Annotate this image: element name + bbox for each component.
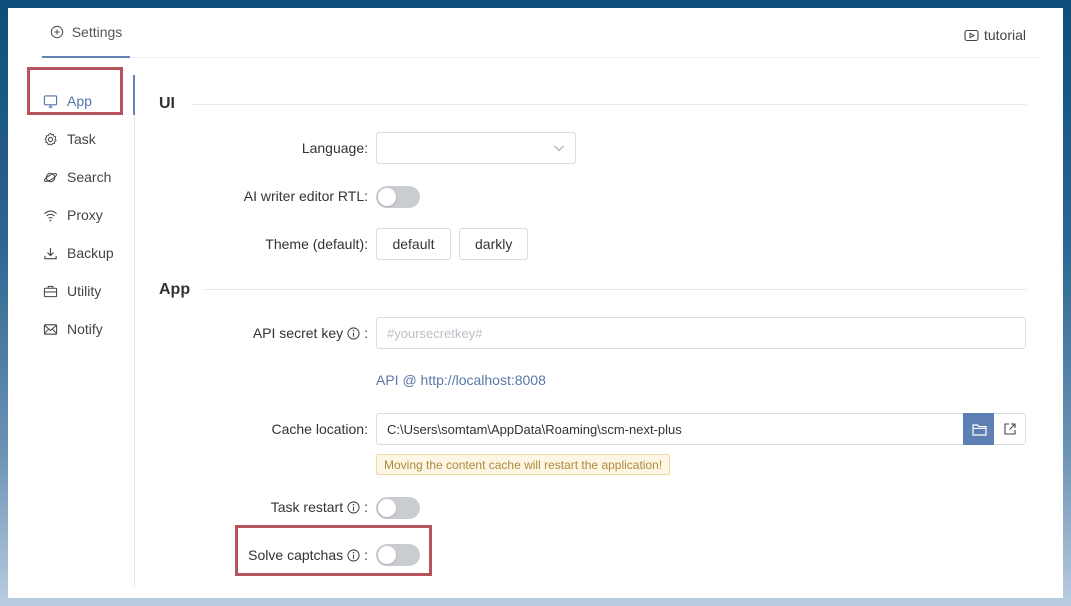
chevron-down-icon (554, 145, 564, 152)
cache-location-label: Cache location: (271, 421, 368, 437)
info-icon[interactable] (347, 326, 360, 340)
settings-window: Settings tutorial App Task Search Proxy … (8, 8, 1063, 598)
section-title-app: App (159, 281, 191, 298)
tutorial-link[interactable]: tutorial (964, 27, 1026, 43)
gear-icon (44, 132, 57, 146)
cache-warning-message: Moving the content cache will restart th… (376, 454, 671, 475)
sidebar-item-proxy[interactable]: Proxy (34, 196, 135, 234)
colon: : (364, 325, 368, 341)
sidebar-divider (134, 74, 135, 586)
sidebar-item-label: Backup (67, 245, 114, 261)
sidebar-active-indicator (133, 75, 135, 115)
tab-settings[interactable]: Settings (42, 8, 130, 58)
video-play-icon (964, 29, 979, 41)
tab-settings-label: Settings (71, 24, 123, 40)
sidebar-item-notify[interactable]: Notify (34, 310, 135, 348)
api-key-input[interactable] (376, 317, 1026, 349)
planet-icon (43, 172, 58, 182)
theme-default-button[interactable]: default (376, 228, 451, 260)
task-restart-label: Task restart (270, 499, 344, 515)
theme-label: Theme (default): (265, 236, 368, 252)
highlight-box-solve-captchas (235, 525, 432, 576)
mail-icon (43, 323, 58, 335)
theme-darkly-button[interactable]: darkly (459, 228, 528, 260)
briefcase-icon (43, 285, 58, 297)
sidebar-item-backup[interactable]: Backup (34, 234, 135, 272)
sidebar-item-utility[interactable]: Utility (34, 272, 135, 310)
download-icon (44, 247, 57, 259)
wifi-icon (44, 210, 57, 221)
api-key-label: API secret key (252, 325, 344, 341)
open-folder-button[interactable] (994, 413, 1026, 445)
sidebar-item-task[interactable]: Task (34, 120, 135, 158)
sidebar-item-label: Proxy (67, 207, 103, 223)
header-divider (130, 57, 1039, 58)
rtl-toggle[interactable] (376, 186, 420, 208)
api-key-label-row: API secret key : (168, 323, 368, 343)
folder-icon (971, 423, 987, 436)
api-url-link[interactable]: API @ http://localhost:8008 (376, 372, 546, 388)
external-link-icon (1003, 423, 1016, 435)
sidebar-item-search[interactable]: Search (34, 158, 135, 196)
plus-circle-icon (50, 25, 63, 39)
language-select[interactable] (376, 132, 576, 164)
tutorial-label: tutorial (983, 27, 1026, 43)
section-divider-ui (192, 104, 1026, 105)
cache-location-input[interactable] (376, 413, 964, 445)
rtl-label: AI writer editor RTL: (243, 188, 368, 204)
sidebar-item-label: Search (67, 169, 112, 185)
task-restart-label-row: Task restart : (168, 497, 368, 517)
colon: : (364, 499, 368, 515)
language-label: Language: (301, 140, 368, 156)
sidebar-item-label: Utility (67, 283, 102, 299)
task-restart-toggle[interactable] (376, 497, 420, 519)
section-title-ui: UI (159, 95, 175, 112)
sidebar-item-label: Task (67, 131, 96, 147)
section-divider-app (204, 289, 1026, 290)
sidebar-item-label: Notify (67, 321, 103, 337)
highlight-box-app (27, 67, 123, 115)
browse-folder-button[interactable] (963, 413, 995, 445)
info-icon[interactable] (347, 500, 360, 514)
